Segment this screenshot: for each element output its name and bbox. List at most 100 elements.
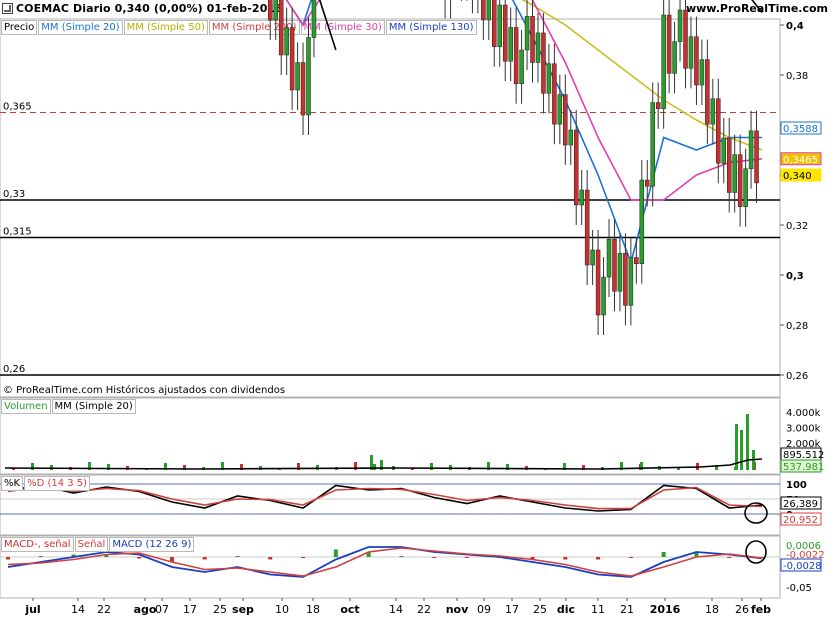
candle-body: [284, 27, 289, 56]
candle-body: [546, 63, 552, 94]
candle-body: [497, 4, 502, 47]
price-tick-label: 0,32: [786, 221, 808, 232]
volume-bar: [31, 463, 34, 470]
candle-body: [289, 27, 295, 91]
legend-macd[interactable]: MACD (12 26 9): [109, 537, 195, 552]
x-tick-label: 2016: [650, 603, 681, 616]
x-tick-label: 26: [735, 603, 749, 616]
x-tick-label: 09: [477, 603, 491, 616]
x-tick-label: 18: [705, 603, 719, 616]
macd-histogram-bar: [38, 556, 43, 557]
level-label: 0,365: [3, 102, 32, 113]
candle-body: [535, 32, 541, 63]
candle-body: [699, 59, 705, 86]
x-tick-label: 22: [417, 603, 431, 616]
price-tick-label: 0,3: [786, 271, 804, 282]
candle-body: [666, 14, 672, 74]
legend-volume[interactable]: Volumen: [1, 399, 51, 414]
candle-body: [650, 102, 655, 187]
volume-ma-line: [4, 458, 763, 470]
candle-body: [552, 63, 557, 125]
price-chart[interactable]: 0,6350,520,4550,420,3650,330,3150,26 0,6…: [0, 0, 835, 620]
macd-histogram-bar: [399, 556, 404, 557]
candle-body: [519, 49, 524, 84]
x-tick-label: nov: [446, 603, 469, 616]
macd-histogram-bar: [596, 557, 601, 560]
candle-body: [623, 253, 628, 306]
x-tick-label: 21: [620, 603, 634, 616]
candle-body: [300, 62, 306, 116]
candle-body: [502, 4, 508, 62]
price-tag-label: 0,340: [783, 171, 812, 182]
candle-body: [705, 59, 710, 125]
candle-body: [595, 249, 601, 316]
x-tick-label: jul: [24, 603, 40, 616]
macd-histogram-bar: [563, 557, 568, 560]
ma-line: [521, 0, 763, 151]
level-label: 0,26: [3, 364, 25, 375]
volume-bar: [677, 468, 680, 470]
candle-body: [612, 238, 617, 292]
candle-body: [737, 154, 743, 207]
volume-tag-label: 537.981: [783, 462, 824, 473]
level-label: 0,33: [3, 189, 25, 200]
candle-body: [513, 27, 519, 84]
volume-tag-label: 895.512: [783, 450, 824, 461]
price-tag-label: 0,3588: [783, 124, 818, 135]
candle-body: [590, 249, 595, 266]
legend-volume-ma[interactable]: MM (Simple 20): [51, 399, 136, 414]
ma-line: [285, 0, 763, 201]
candle-body: [573, 129, 579, 206]
candle-body: [661, 14, 666, 109]
x-tick-label: 11: [591, 603, 605, 616]
x-tick-label: sep: [232, 603, 254, 616]
legend-stoch-k[interactable]: %K: [1, 476, 24, 491]
price-tick-label: 0,28: [786, 321, 808, 332]
candle-body: [743, 168, 748, 207]
volume-tick-label: 4.000k: [786, 408, 821, 419]
candle-body: [508, 27, 513, 62]
candle-body: [486, 0, 492, 21]
candle-body: [492, 0, 497, 47]
footer-note: © ProRealTime.com Históricos ajustados c…: [3, 384, 285, 396]
x-tick-label: 17: [183, 603, 197, 616]
price-tick-label: 0,4: [786, 21, 804, 32]
volume-bar: [740, 430, 743, 470]
candle-body: [710, 98, 716, 125]
candle-body: [563, 94, 568, 146]
volume-bar: [746, 414, 749, 470]
x-tick-label: 07: [155, 603, 169, 616]
candle-body: [306, 37, 311, 116]
macd-histogram-bar: [6, 557, 10, 560]
macd-tick-label: -0,05: [786, 583, 812, 594]
candle-body: [694, 36, 699, 86]
candle-body: [273, 0, 278, 21]
macd-tag-label: -0,0028: [783, 561, 822, 572]
macd-histogram-bar: [628, 557, 633, 558]
volume-legend: Volumen MM (Simple 20): [1, 399, 137, 414]
candle-body: [677, 9, 683, 42]
volume-tick-label: 3.000k: [786, 424, 821, 435]
macd-histogram-bar: [268, 557, 273, 560]
candle-body: [541, 32, 546, 94]
candle-body: [524, 16, 530, 51]
candle-body: [732, 154, 737, 193]
candle-body: [688, 36, 694, 69]
legend-macd-signal[interactable]: Señal: [74, 537, 109, 552]
x-tick-label: 18: [306, 603, 320, 616]
candle-body: [278, 0, 284, 56]
candle-body: [601, 276, 606, 316]
candle-body: [568, 129, 574, 146]
macd-legend: MACD-, señal Señal MACD (12 26 9): [1, 537, 195, 552]
candle-body: [634, 257, 639, 264]
x-tick-label: 10: [275, 603, 289, 616]
price-tick-label: 0,38: [786, 71, 808, 82]
macd-signal-line: [7, 547, 763, 577]
macd-histogram-bar: [661, 552, 666, 557]
candle-body: [639, 179, 645, 264]
legend-stoch-d[interactable]: %D (14 3 5): [24, 476, 91, 491]
stoch-tag-label: 20,952: [783, 515, 818, 526]
price-tag-label: 0,3465: [783, 155, 818, 166]
candle-body: [672, 41, 677, 74]
legend-macd-hist[interactable]: MACD-, señal: [1, 537, 74, 552]
